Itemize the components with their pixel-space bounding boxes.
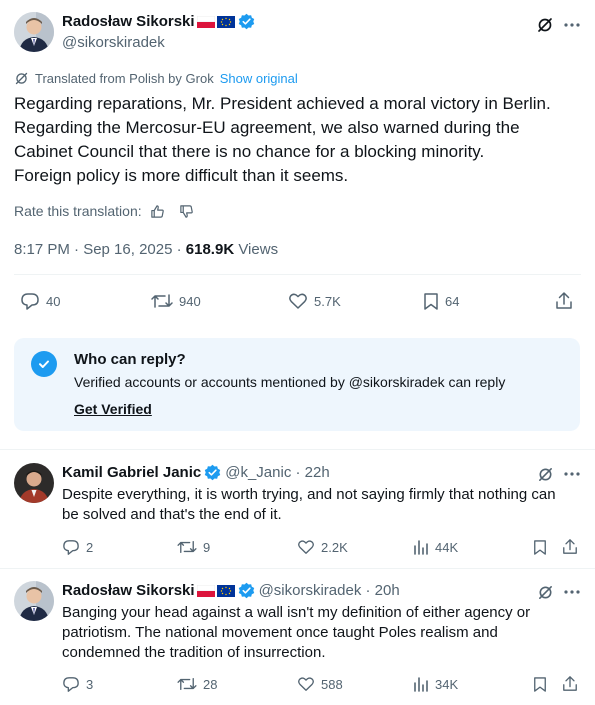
views-count: 34K	[435, 676, 459, 692]
like-count: 5.7K	[314, 293, 341, 309]
repost-icon	[151, 294, 173, 308]
eu-flag-icon	[216, 15, 235, 28]
thumbs-up-icon[interactable]	[150, 204, 165, 219]
get-verified-link[interactable]: Get Verified	[74, 401, 152, 417]
views-label: Views	[238, 241, 279, 258]
bookmark-button[interactable]: 64	[423, 292, 459, 311]
more-options-icon[interactable]	[561, 14, 583, 36]
reply-text-line: be solved and that's the end of it.	[62, 506, 282, 523]
avatar-photo-icon	[14, 581, 54, 621]
heart-icon	[298, 540, 314, 554]
author-handle[interactable]: @sikorskiradek	[62, 34, 165, 51]
share-button[interactable]	[562, 675, 578, 692]
translated-note: Translated from Polish by Grok	[35, 71, 214, 86]
share-button[interactable]	[555, 291, 573, 310]
verified-badge-icon	[205, 464, 221, 481]
notice-at-icon	[31, 351, 57, 377]
post-text-line: Regarding the Mercosur-EU agreement, we …	[14, 118, 520, 137]
views-count: 618.9K	[185, 241, 235, 258]
bookmark-icon	[534, 677, 546, 692]
reply-author-name[interactable]: Kamil Gabriel Janic	[62, 464, 201, 481]
analytics-icon	[414, 677, 428, 692]
verified-badge-icon	[238, 13, 254, 30]
grok-icon[interactable]	[534, 581, 556, 603]
avatar-photo-icon	[14, 463, 54, 503]
divider	[14, 274, 581, 275]
like-button[interactable]: 5.7K	[288, 292, 341, 310]
reply-handle-time[interactable]: @sikorskiradek · 20h	[259, 582, 400, 599]
grok-icon[interactable]	[534, 14, 556, 36]
notice-title: Who can reply?	[74, 351, 186, 368]
post-text-line: Foreign policy is more difficult than it…	[14, 166, 349, 185]
poland-flag-icon	[196, 15, 215, 28]
reply-text-line: Banging your head against a wall isn't m…	[62, 604, 531, 621]
thumbs-down-icon[interactable]	[179, 204, 194, 219]
bookmark-icon	[534, 540, 546, 555]
post-timestamp[interactable]: 8:17 PM · Sep 16, 2025 ·	[14, 241, 186, 258]
repost-count: 9	[203, 539, 211, 555]
like-count: 2.2K	[321, 539, 348, 555]
share-icon	[556, 292, 572, 309]
grok-icon[interactable]	[534, 463, 556, 485]
author-name[interactable]: Radosław Sikorski	[62, 13, 195, 30]
bookmark-count: 64	[445, 294, 460, 309]
grok-translate-icon	[15, 72, 28, 85]
reply-text-line: patriotism. The national movement once t…	[62, 624, 498, 641]
bookmark-button[interactable]	[533, 539, 547, 556]
bookmark-button[interactable]	[533, 676, 547, 693]
views-button[interactable]: 44K	[413, 539, 458, 555]
divider	[0, 449, 595, 450]
reply-icon	[63, 540, 79, 555]
reply-handle-time[interactable]: @k_Janic · 22h	[225, 464, 329, 481]
more-options-icon[interactable]	[561, 581, 583, 603]
reply-button[interactable]: 40	[20, 292, 60, 311]
post-text-line: Regarding reparations, Mr. President ach…	[14, 94, 551, 113]
reply-text-line: Despite everything, it is worth trying, …	[62, 486, 556, 503]
heart-icon	[298, 677, 314, 691]
repost-count: 940	[179, 293, 201, 309]
share-icon	[563, 539, 577, 554]
like-count: 588	[321, 676, 343, 692]
divider	[0, 568, 595, 569]
repost-button[interactable]: 9	[177, 539, 210, 555]
reply-avatar[interactable]	[14, 581, 54, 621]
more-options-icon[interactable]	[561, 463, 583, 485]
reply-count: 40	[46, 294, 61, 309]
reply-count: 3	[86, 677, 94, 692]
notice-body: Verified accounts or accounts mentioned …	[74, 374, 506, 390]
analytics-icon	[414, 540, 428, 555]
repost-icon	[177, 541, 197, 553]
reply-text-line: condemned the tradition of insurrection.	[62, 644, 326, 661]
like-button[interactable]: 588	[297, 676, 343, 692]
views-count: 44K	[435, 539, 459, 555]
reply-icon	[63, 677, 79, 692]
eu-flag-icon	[216, 584, 235, 597]
show-original-link[interactable]: Show original	[220, 71, 298, 86]
verified-badge-icon	[238, 582, 254, 599]
reply-avatar[interactable]	[14, 463, 54, 503]
rate-translation-label: Rate this translation:	[14, 203, 142, 219]
reply-icon	[21, 293, 39, 310]
reply-button[interactable]: 2	[62, 539, 93, 556]
reply-count: 2	[86, 540, 94, 555]
share-button[interactable]	[562, 538, 578, 555]
repost-button[interactable]: 28	[177, 676, 217, 692]
repost-icon	[177, 678, 197, 690]
reply-author-name[interactable]: Radosław Sikorski	[62, 582, 195, 599]
repost-button[interactable]: 940	[151, 292, 201, 310]
share-icon	[563, 676, 577, 691]
like-button[interactable]: 2.2K	[297, 539, 348, 555]
views-button[interactable]: 34K	[413, 676, 458, 692]
avatar-photo-icon	[14, 12, 54, 52]
reply-button[interactable]: 3	[62, 676, 93, 693]
author-avatar[interactable]	[14, 12, 54, 52]
reply-text: Banging your head against a wall isn't m…	[62, 603, 530, 663]
reply-text: Despite everything, it is worth trying, …	[62, 485, 556, 525]
heart-icon	[289, 293, 307, 309]
repost-count: 28	[203, 676, 218, 692]
post-text: Regarding reparations, Mr. President ach…	[14, 92, 551, 188]
bookmark-icon	[424, 293, 438, 310]
post-text-line: Cabinet Council that there is no chance …	[14, 142, 485, 161]
poland-flag-icon	[196, 584, 215, 597]
